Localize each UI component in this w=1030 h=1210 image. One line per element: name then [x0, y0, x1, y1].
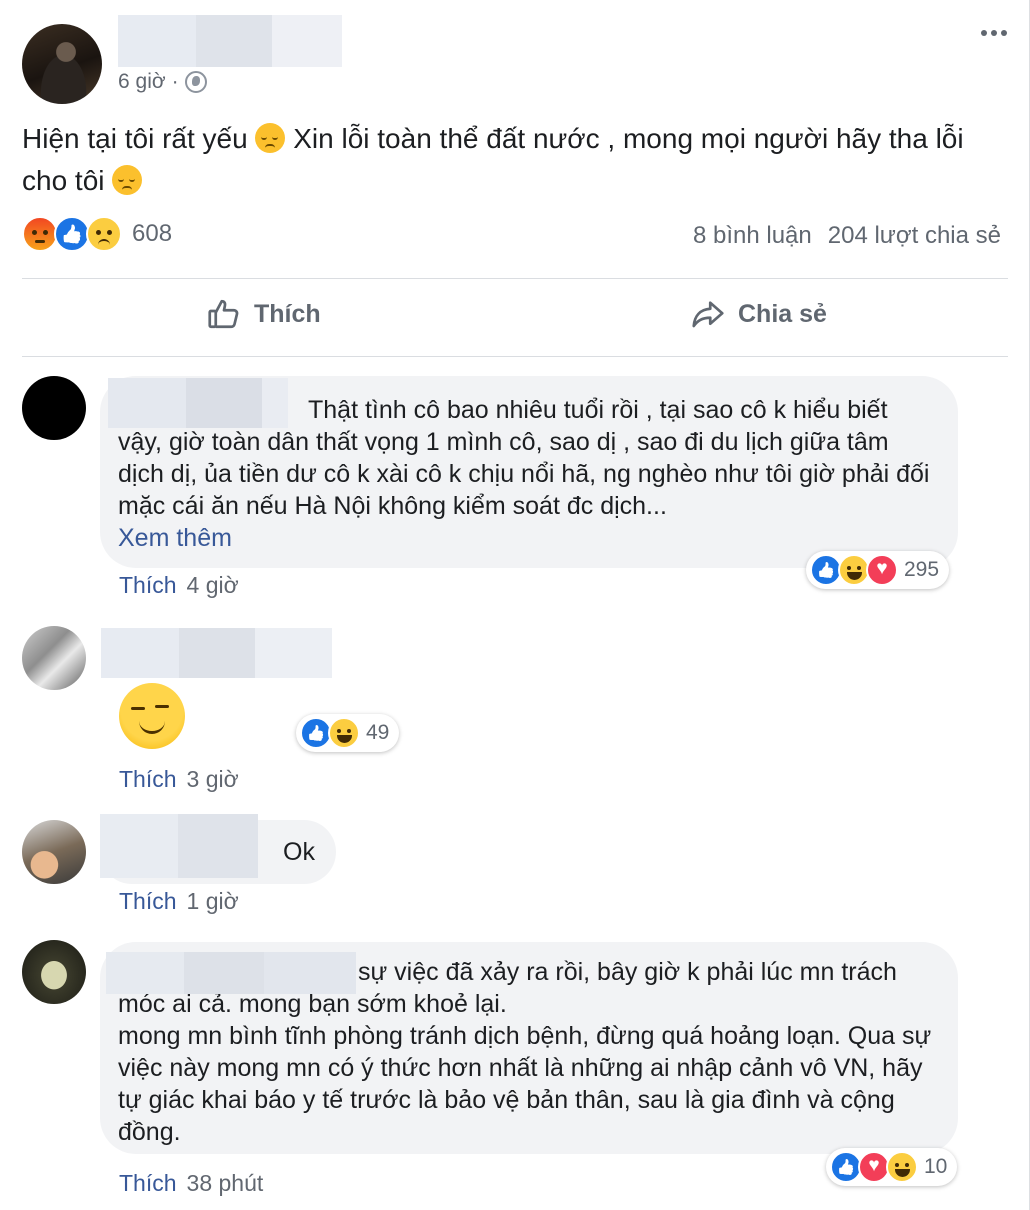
comment-like-link[interactable]: Thích [119, 888, 177, 915]
commenter-avatar[interactable] [22, 626, 86, 690]
comment-actions: Thích 3 giờ [119, 766, 239, 793]
comment-timestamp[interactable]: 38 phút [187, 1170, 264, 1197]
shares-count-link[interactable]: 204 lượt chia sẻ [828, 222, 1001, 250]
comment-bubble: sự việc đã xảy ra rồi, bây giờ k phải lú… [100, 942, 958, 1154]
comment-reactions[interactable]: 10 [826, 1148, 958, 1186]
commenter-name-redacted[interactable] [108, 378, 288, 428]
like-button[interactable]: Thích [206, 296, 321, 332]
comment-reactions[interactable]: 49 [296, 714, 400, 752]
share-arrow-icon [692, 301, 724, 328]
post-author-name-redacted [118, 15, 342, 67]
post-timestamp[interactable]: 6 giờ [118, 70, 166, 94]
comment-bubble: Ok [100, 814, 336, 884]
smirk-emoji-icon [119, 683, 185, 749]
comment-text-continued: mong mn bình tĩnh phòng tránh dịch bệnh,… [118, 1022, 932, 1146]
commenter-avatar[interactable] [22, 376, 86, 440]
share-button[interactable]: Chia sẻ [690, 296, 827, 332]
comment-reaction-count: 10 [924, 1155, 948, 1178]
love-reaction-icon [866, 554, 898, 586]
comment-bubble: Thật tình cô bao nhiêu tuổi rồi , tại sa… [100, 376, 958, 568]
comment-text: Ok [283, 838, 315, 866]
comment-actions: Thích 4 giờ [119, 572, 239, 599]
comment-timestamp[interactable]: 3 giờ [187, 766, 239, 793]
disappointed-face-icon [255, 123, 286, 153]
disappointed-face-icon [112, 165, 143, 195]
haha-reaction-icon [328, 717, 360, 749]
meta-separator: · [171, 70, 179, 93]
post-stats: 8 bình luận 204 lượt chia sẻ [693, 222, 1001, 250]
haha-reaction-icon [886, 1151, 918, 1183]
comment-actions: Thích 1 giờ [119, 888, 239, 915]
commenter-avatar[interactable] [22, 820, 86, 884]
comment-like-link[interactable]: Thích [119, 1170, 177, 1197]
share-button-label: Chia sẻ [738, 299, 827, 328]
divider [22, 278, 1008, 279]
comment-reactions[interactable]: 295 [806, 551, 950, 589]
more-options-icon[interactable] [981, 30, 1007, 36]
post-reaction-count: 608 [132, 220, 173, 247]
commenter-name-redacted[interactable] [101, 628, 332, 678]
see-more-link[interactable]: Xem thêm [118, 524, 232, 552]
commenter-avatar[interactable] [22, 940, 86, 1004]
divider [22, 356, 1008, 357]
comment-timestamp[interactable]: 1 giờ [187, 888, 239, 915]
comment-timestamp[interactable]: 4 giờ [187, 572, 239, 599]
like-button-label: Thích [254, 299, 321, 328]
thumbs-up-icon [208, 299, 239, 329]
post-card: 6 giờ · Hiện tại tôi rất yếu Xin lỗi toà… [0, 0, 1030, 1210]
globe-icon[interactable] [184, 71, 207, 93]
comment-reaction-count: 295 [904, 558, 940, 581]
like-reaction-icon [54, 216, 90, 252]
comment-actions: Thích 38 phút [119, 1170, 263, 1197]
comment-like-link[interactable]: Thích [119, 572, 177, 599]
commenter-name-redacted[interactable] [100, 814, 258, 878]
angry-reaction-icon [22, 216, 58, 252]
post-reactions-summary[interactable]: 608 [22, 216, 172, 252]
comment-like-link[interactable]: Thích [119, 766, 177, 793]
post-body: Hiện tại tôi rất yếu Xin lỗi toàn thể đấ… [22, 118, 1012, 202]
comments-count-link[interactable]: 8 bình luận [693, 222, 812, 250]
sad-reaction-icon [86, 216, 122, 252]
post-author-avatar[interactable] [22, 24, 102, 104]
commenter-name-redacted[interactable] [106, 952, 356, 994]
post-meta: 6 giờ · [118, 70, 207, 94]
comment-reaction-count: 49 [366, 721, 390, 744]
post-text-part1: Hiện tại tôi rất yếu [22, 123, 256, 154]
